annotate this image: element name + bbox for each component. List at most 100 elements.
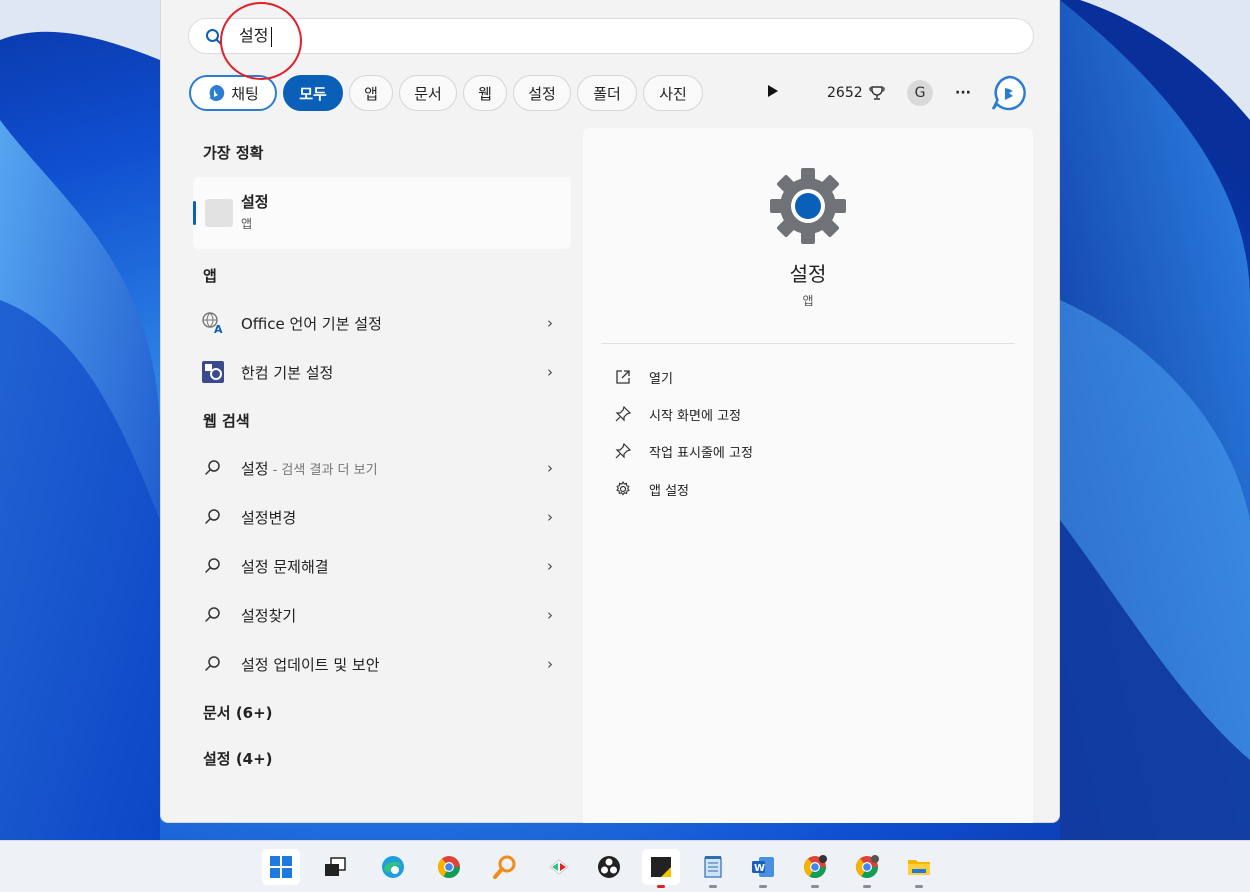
running-indicator: [657, 885, 665, 888]
chip-settings-label: 설정: [528, 84, 556, 103]
svg-text:W: W: [754, 863, 765, 874]
gear-icon: [613, 479, 633, 499]
search-icon: [201, 652, 225, 676]
action-open[interactable]: 열기: [613, 366, 673, 388]
result-label: 설정변경: [241, 508, 297, 527]
chevron-right-icon[interactable]: ›: [547, 314, 553, 332]
running-indicator: [759, 885, 767, 888]
chevron-right-icon[interactable]: ›: [547, 508, 553, 526]
edge-app[interactable]: [374, 849, 412, 885]
search-box[interactable]: 설정: [188, 18, 1034, 54]
documents-heading[interactable]: 문서 (6+): [203, 702, 273, 723]
chrome-icon: [436, 854, 462, 880]
obs-app[interactable]: [590, 849, 628, 885]
chip-apps[interactable]: 앱: [349, 75, 393, 111]
action-label: 시작 화면에 고정: [649, 408, 741, 424]
trophy-icon: [869, 85, 885, 101]
chevron-right-icon[interactable]: ›: [547, 459, 553, 477]
chip-all[interactable]: 모두: [283, 75, 343, 111]
chip-photos-label: 사진: [659, 84, 687, 103]
open-external-icon: [613, 367, 633, 387]
folder-icon: [906, 854, 932, 880]
best-match-title: 설정: [241, 193, 269, 211]
search-icon: [201, 554, 225, 578]
preview-title: 설정: [789, 262, 827, 286]
running-indicator: [863, 885, 871, 888]
search-icon: [201, 505, 225, 529]
colorful-app-icon: [546, 854, 572, 880]
chip-documents[interactable]: 문서: [399, 75, 457, 111]
chip-folders-label: 폴더: [593, 84, 621, 103]
rewards-points[interactable]: 2652: [827, 75, 885, 111]
task-view-button[interactable]: [316, 849, 354, 885]
result-office-language[interactable]: A Office 언어 기본 설정 ›: [201, 309, 561, 337]
svg-text:A: A: [214, 323, 223, 335]
action-label: 앱 설정: [649, 483, 690, 499]
web-result-5[interactable]: 설정 업데이트 및 보안 ›: [201, 650, 561, 678]
chip-chat[interactable]: 채팅: [189, 75, 277, 111]
chip-photos[interactable]: 사진: [643, 75, 703, 111]
best-match-heading: 가장 정확: [203, 144, 264, 162]
action-label: 열기: [649, 371, 673, 387]
app-tool-1[interactable]: [540, 849, 578, 885]
avatar-letter: G: [907, 80, 933, 106]
divider: [601, 343, 1015, 344]
more-options-button[interactable]: ···: [955, 75, 971, 111]
result-label: 설정찾기: [241, 606, 297, 625]
action-pin-start[interactable]: 시작 화면에 고정: [613, 403, 741, 425]
rewards-points-value: 2652: [827, 85, 863, 101]
notepad-app[interactable]: [694, 849, 732, 888]
bing-icon: [207, 84, 225, 102]
start-button[interactable]: [262, 849, 300, 885]
hancom-settings-icon: [201, 360, 225, 384]
play-icon: [767, 84, 779, 102]
chrome-icon: [854, 854, 880, 880]
result-label: 설정 문제해결: [241, 557, 329, 576]
play-more-button[interactable]: [767, 75, 779, 111]
notepad-icon: [701, 855, 725, 879]
chevron-right-icon[interactable]: ›: [547, 557, 553, 575]
settings-heading[interactable]: 설정 (4+): [203, 748, 273, 769]
result-sublabel: - 검색 결과 더 보기: [272, 462, 378, 478]
result-label: 설정: [241, 459, 269, 478]
chevron-right-icon[interactable]: ›: [547, 655, 553, 673]
search-tool-app[interactable]: [486, 849, 524, 885]
result-label: 한컴 기본 설정: [241, 363, 334, 382]
chrome-profile-2[interactable]: [848, 849, 886, 888]
chevron-right-icon[interactable]: ›: [547, 606, 553, 624]
sticky-notes-app[interactable]: [642, 849, 680, 888]
web-result-3[interactable]: 설정 문제해결 ›: [201, 552, 561, 580]
annotation-circle: [220, 2, 302, 80]
selection-indicator: [193, 201, 196, 225]
word-icon: W: [750, 854, 776, 880]
filter-chips: 채팅 모두 앱 문서 웹 설정 폴더 사진 2652 G ···: [189, 75, 1049, 111]
office-language-icon: A: [201, 311, 225, 335]
preview-pane: 설정 앱 열기 시작 화면에 고정 작업 표시줄에 고정 앱 설정: [583, 128, 1033, 823]
action-pin-taskbar[interactable]: 작업 표시줄에 고정: [613, 440, 753, 462]
bing-chat-button[interactable]: [991, 75, 1027, 111]
account-avatar[interactable]: G: [907, 75, 933, 111]
action-label: 작업 표시줄에 고정: [649, 445, 753, 461]
web-result-2[interactable]: 설정변경 ›: [201, 503, 561, 531]
chrome-app[interactable]: [430, 849, 468, 885]
result-hancom-settings[interactable]: 한컴 기본 설정 ›: [201, 358, 561, 386]
web-result-1[interactable]: 설정 - 검색 결과 더 보기 ›: [201, 454, 561, 482]
file-explorer-app[interactable]: [900, 849, 938, 888]
chip-web[interactable]: 웹: [463, 75, 507, 111]
magnifier-app-icon: [492, 854, 518, 880]
chip-settings[interactable]: 설정: [513, 75, 571, 111]
result-label: Office 언어 기본 설정: [241, 314, 382, 333]
chrome-profile-1[interactable]: [796, 849, 834, 888]
web-result-4[interactable]: 설정찾기 ›: [201, 601, 561, 629]
app-tile-icon: [205, 199, 233, 227]
word-app[interactable]: W: [744, 849, 782, 888]
result-label: 설정 업데이트 및 보안: [241, 655, 380, 674]
preview-subtitle: 앱: [802, 294, 814, 308]
action-app-settings[interactable]: 앱 설정: [613, 478, 689, 500]
chip-folders[interactable]: 폴더: [577, 75, 637, 111]
settings-gear-icon: [768, 166, 848, 246]
windows-logo-icon: [269, 855, 293, 879]
chevron-right-icon[interactable]: ›: [547, 363, 553, 381]
best-match-item[interactable]: 설정 앱: [193, 177, 571, 249]
task-view-icon: [323, 855, 347, 879]
